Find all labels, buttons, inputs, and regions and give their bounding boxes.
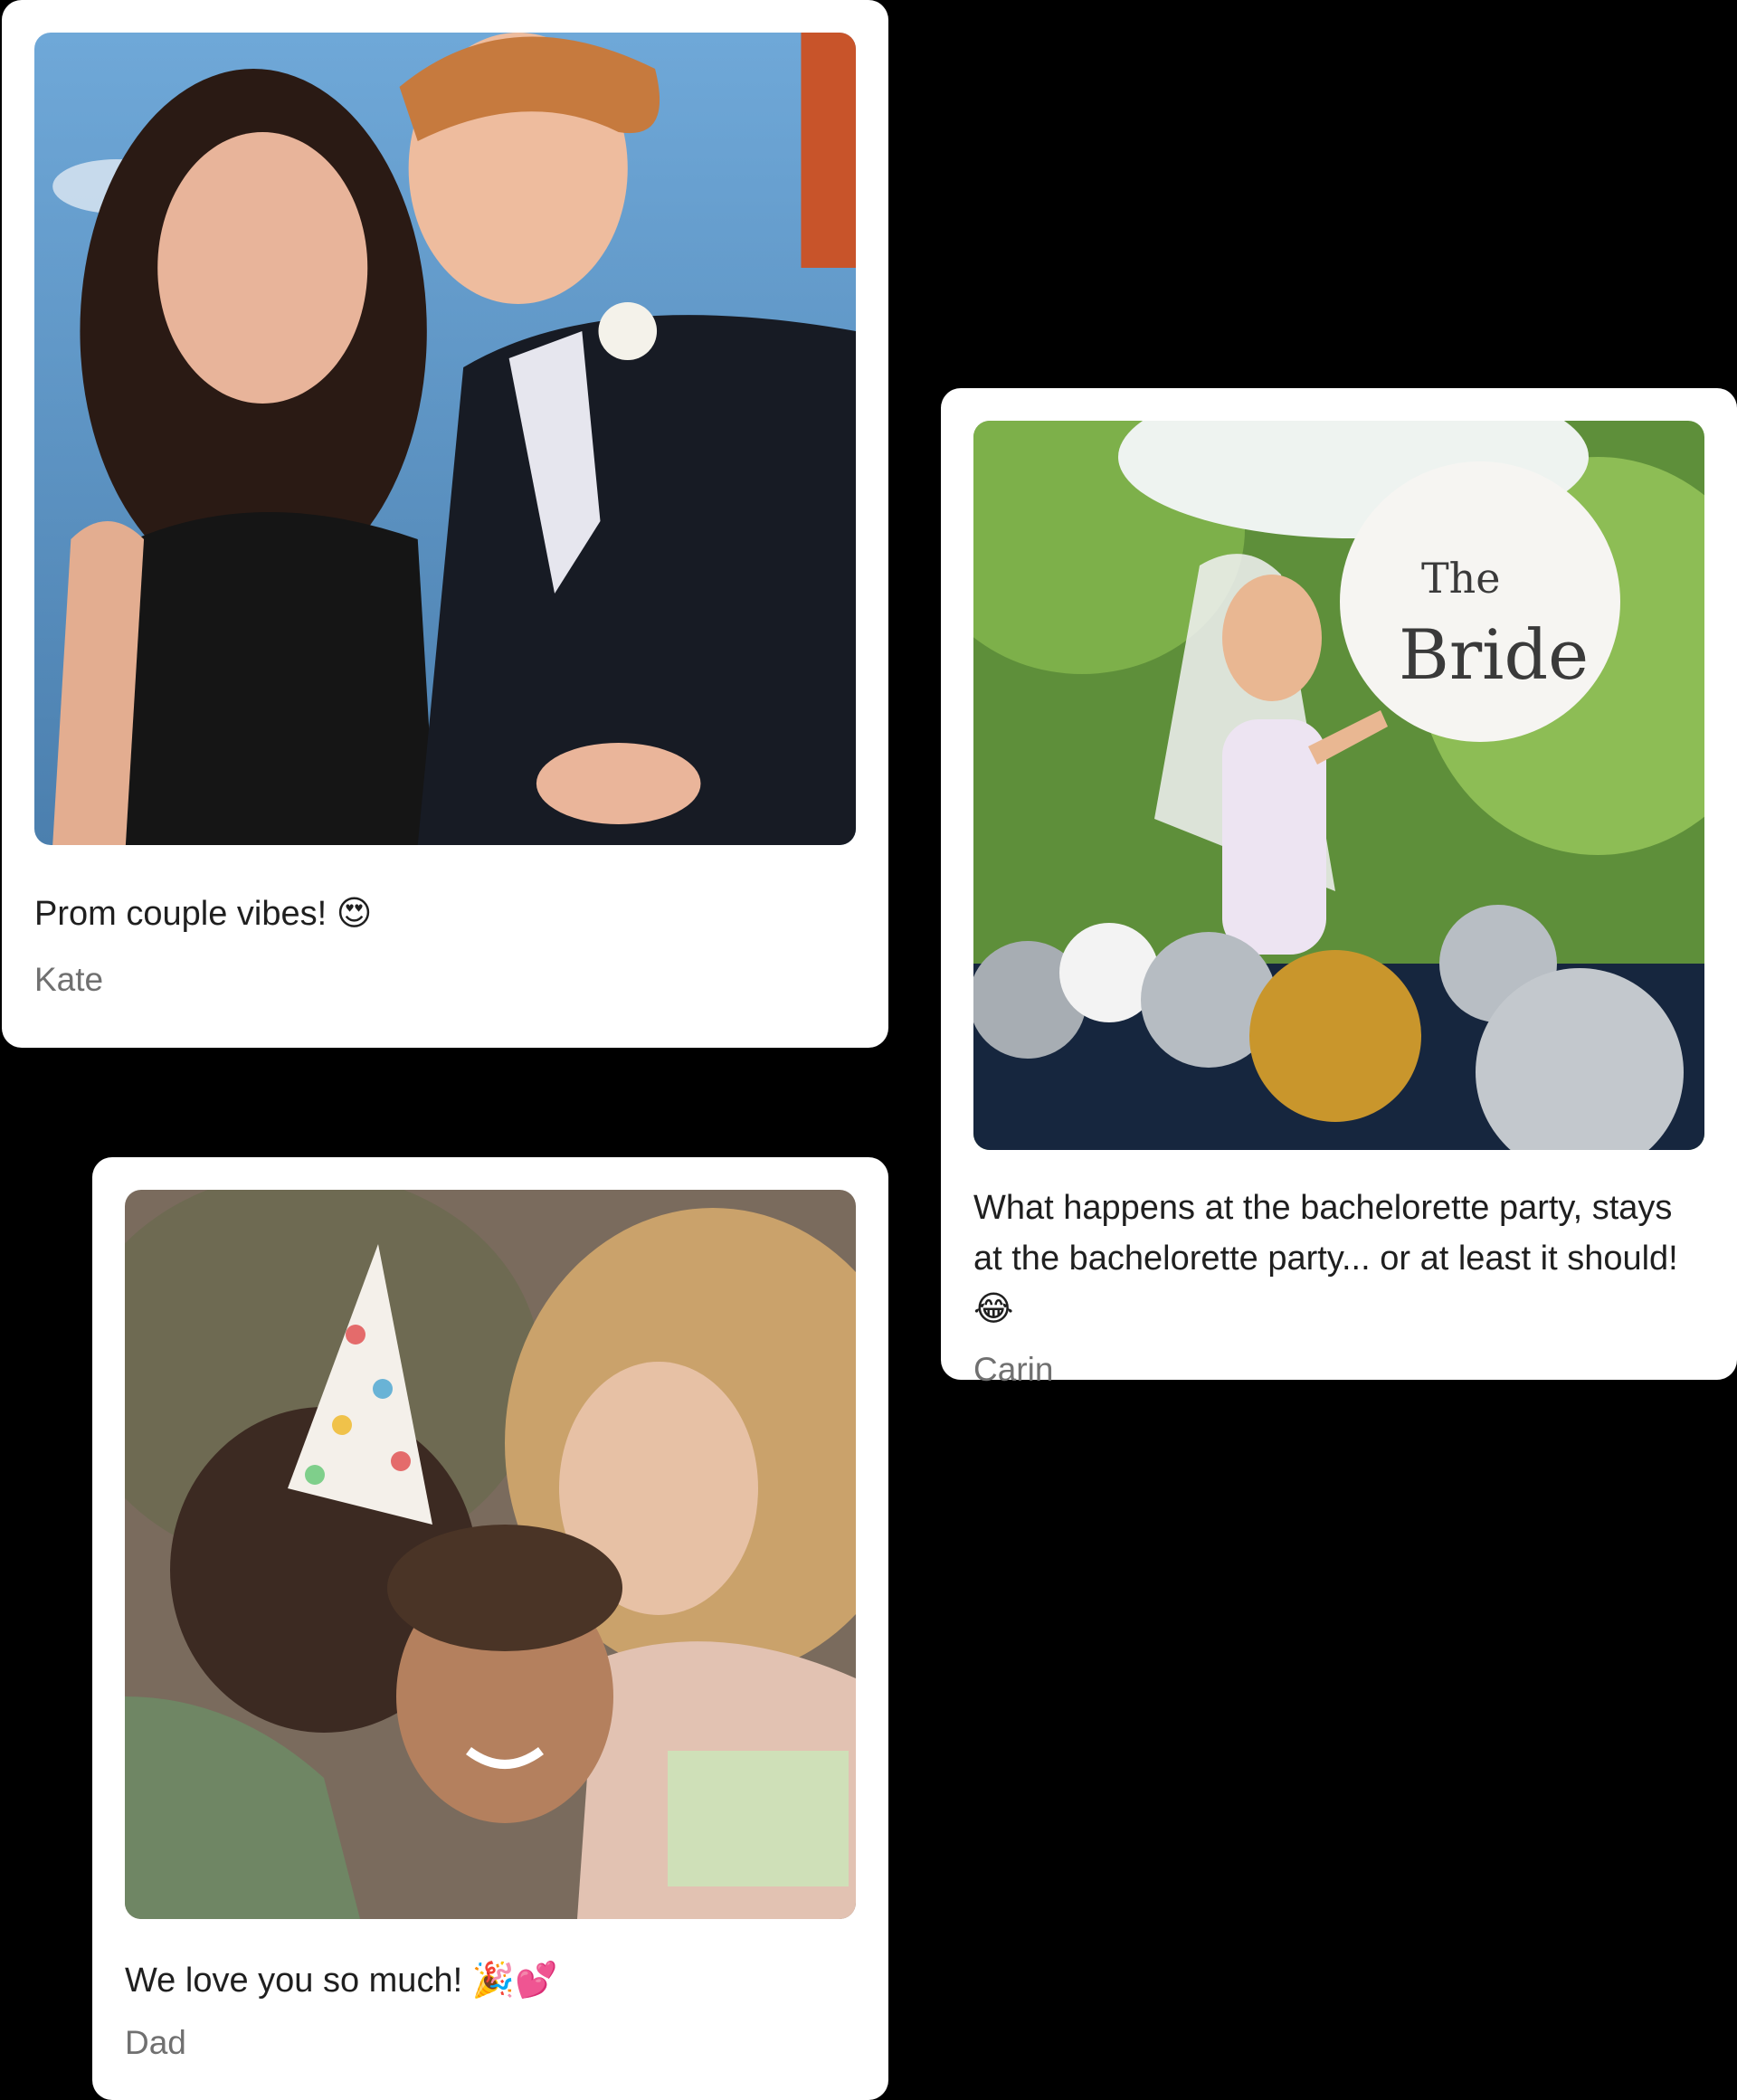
card-caption: We love you so much! 🎉💕 — [125, 1962, 558, 2000]
card-caption: Prom couple vibes! 😍 — [34, 895, 373, 933]
birthday-family-photo — [125, 1190, 856, 1919]
card-author: Carin — [973, 1351, 1054, 1388]
message-card-carin[interactable]: The Bride What happens at the bacheloret… — [941, 388, 1737, 1388]
card-caption: What happens at the bachelorette party, … — [973, 1189, 1678, 1328]
prom-couple-photo — [34, 33, 856, 845]
bachelorette-photo: The Bride — [973, 421, 1704, 1150]
balloon-text-top: The — [1421, 554, 1501, 603]
message-card-kate[interactable]: Prom couple vibes! 😍 Kate — [2, 0, 888, 1048]
card-author: Kate — [34, 961, 104, 998]
card-author: Dad — [125, 2024, 186, 2061]
balloon-text-bottom: Bride — [1399, 614, 1589, 695]
message-card-dad[interactable]: We love you so much! 🎉💕 Dad — [92, 1157, 888, 2100]
